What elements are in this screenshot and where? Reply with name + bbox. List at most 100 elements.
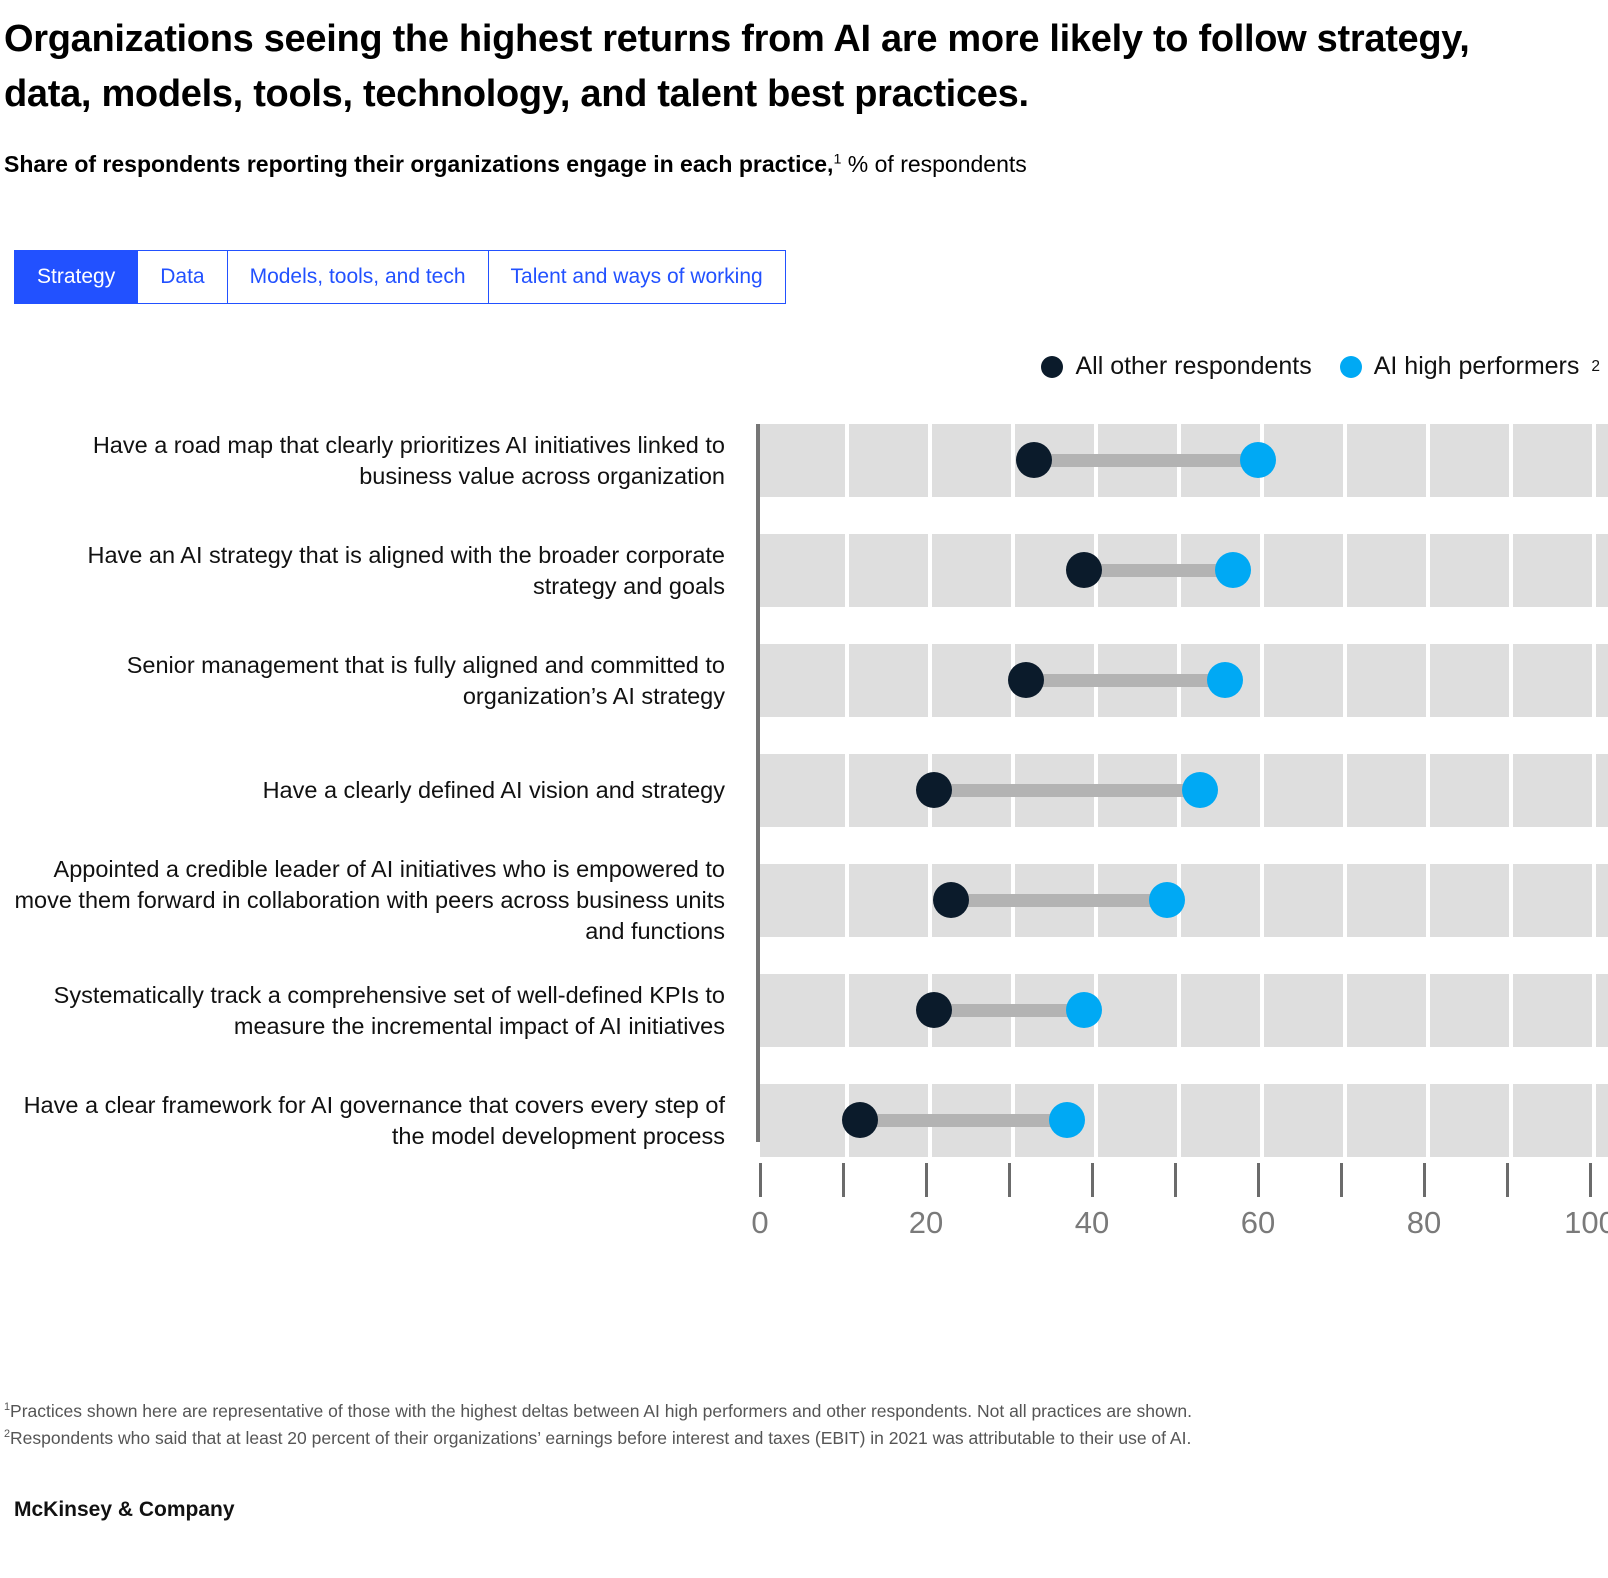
data-point-ai-high-performers[interactable] [1065, 992, 1102, 1028]
data-point-all-other-respondents[interactable] [932, 882, 969, 918]
gridline [1592, 864, 1596, 937]
category-label: Have a road map that clearly prioritizes… [92, 431, 725, 489]
tab-data[interactable]: Data [138, 251, 228, 303]
category-label: Appointed a credible leader of AI initia… [14, 856, 725, 945]
gridline [1260, 644, 1264, 717]
gridline [1260, 974, 1264, 1047]
gridline [1343, 754, 1347, 827]
gridline [928, 534, 932, 607]
page-subtitle: Share of respondents reporting their org… [4, 150, 1564, 180]
gridline [845, 534, 849, 607]
data-point-all-other-respondents[interactable] [1007, 662, 1044, 698]
footnote-text: Practices shown here are representative … [10, 1401, 1192, 1421]
tab-models-tools-and-tech[interactable]: Models, tools, and tech [227, 251, 489, 303]
gridline [1343, 974, 1347, 1047]
x-axis-tick-label: 80 [1406, 1205, 1442, 1240]
x-axis-tick [1423, 1163, 1426, 1197]
x-axis-tick-label: 100 [1564, 1205, 1608, 1240]
gridline [1011, 534, 1015, 607]
category-labels: Have a road map that clearly prioritizes… [0, 412, 735, 1149]
gridline [1509, 974, 1513, 1047]
data-point-ai-high-performers[interactable] [1215, 552, 1252, 588]
tab-bar[interactable]: Strategy Data Models, tools, and tech Talen… [14, 250, 786, 304]
gridline [1343, 644, 1347, 717]
data-point-ai-high-performers[interactable] [1148, 882, 1185, 918]
category-label: Have an AI strategy that is aligned with… [87, 541, 725, 599]
tab-strategy[interactable]: Strategy [15, 251, 139, 303]
x-axis-tick [842, 1163, 845, 1197]
x-axis-tick-label: 60 [1240, 1205, 1276, 1240]
subtitle-strong: Share of respondents reporting their org… [4, 151, 834, 177]
category-label: Have a clearly defined AI vision and str… [262, 777, 725, 803]
chart-row-band [760, 974, 1608, 1047]
gridline [1509, 534, 1513, 607]
data-point-all-other-respondents[interactable] [1065, 552, 1102, 588]
data-point-ai-high-performers[interactable] [1206, 662, 1243, 698]
data-point-ai-high-performers[interactable] [1181, 772, 1218, 808]
dumbbell-connector [1025, 674, 1225, 687]
gridline [1592, 424, 1596, 497]
tab-talent-and-ways-of-working[interactable]: Talent and ways of working [488, 251, 785, 303]
gridline [1426, 424, 1430, 497]
data-point-all-other-respondents[interactable] [841, 1102, 878, 1138]
gridline [928, 864, 932, 937]
gridline [1177, 1084, 1181, 1157]
gridline [1426, 974, 1430, 1047]
gridline [845, 864, 849, 937]
legend-dot-icon [1041, 355, 1064, 378]
x-axis-tick-label: 20 [908, 1205, 944, 1240]
gridline [1343, 864, 1347, 937]
gridline [1094, 1084, 1098, 1157]
gridline [1509, 754, 1513, 827]
gridline [1426, 864, 1430, 937]
gridline [1426, 1084, 1430, 1157]
dumbbell-connector [950, 894, 1167, 907]
data-point-all-other-respondents[interactable] [1015, 442, 1052, 478]
legend-dot-icon [1339, 355, 1362, 378]
gridline [845, 424, 849, 497]
gridline [928, 424, 932, 497]
dumbbell-connector [1083, 564, 1234, 577]
gridline [1592, 974, 1596, 1047]
gridline [1509, 424, 1513, 497]
gridline [1343, 1084, 1347, 1157]
gridline [1426, 754, 1430, 827]
x-axis-tick [1257, 1163, 1260, 1197]
dumbbell-connector [934, 784, 1200, 797]
dumbbell-connector [859, 1114, 1068, 1127]
gridline [1011, 424, 1015, 497]
category-label: Systematically track a comprehensive set… [53, 981, 725, 1039]
gridline [1343, 534, 1347, 607]
legend-label: AI high performers [1373, 352, 1580, 380]
page-title: Organizations seeing the highest returns… [4, 18, 1470, 116]
gridline [1426, 644, 1430, 717]
subtitle-light: % of respondents [841, 151, 1027, 177]
gridline [1509, 644, 1513, 717]
gridline [1509, 1084, 1513, 1157]
gridline [1260, 534, 1264, 607]
gridline [928, 644, 932, 717]
gridline [845, 754, 849, 827]
gridline [1509, 864, 1513, 937]
x-axis-tick [1174, 1163, 1177, 1197]
plot-area [756, 412, 1608, 1157]
footnote: 1Practices shown here are representative… [4, 1398, 1604, 1425]
gridline [1260, 754, 1264, 827]
x-axis-tick [759, 1163, 762, 1197]
data-point-ai-high-performers[interactable] [1049, 1102, 1086, 1138]
data-point-ai-high-performers[interactable] [1240, 442, 1276, 478]
category-label: Have a clear framework for AI governance… [23, 1091, 725, 1149]
legend-label: All other respondents [1075, 352, 1312, 380]
gridline [1592, 754, 1596, 827]
brand-logo: McKinsey & Company [14, 1498, 235, 1521]
category-label: Senior management that is fully aligned … [126, 651, 725, 709]
gridline [1592, 534, 1596, 607]
gridline [1177, 974, 1181, 1047]
gridline [1592, 1084, 1596, 1157]
footnotes: 1Practices shown here are representative… [4, 1398, 1604, 1452]
gridline [1426, 534, 1430, 607]
x-axis-tick [1091, 1163, 1094, 1197]
x-axis-tick [1340, 1163, 1343, 1197]
x-axis-tick-label: 40 [1074, 1205, 1110, 1240]
gridline [1260, 1084, 1264, 1157]
